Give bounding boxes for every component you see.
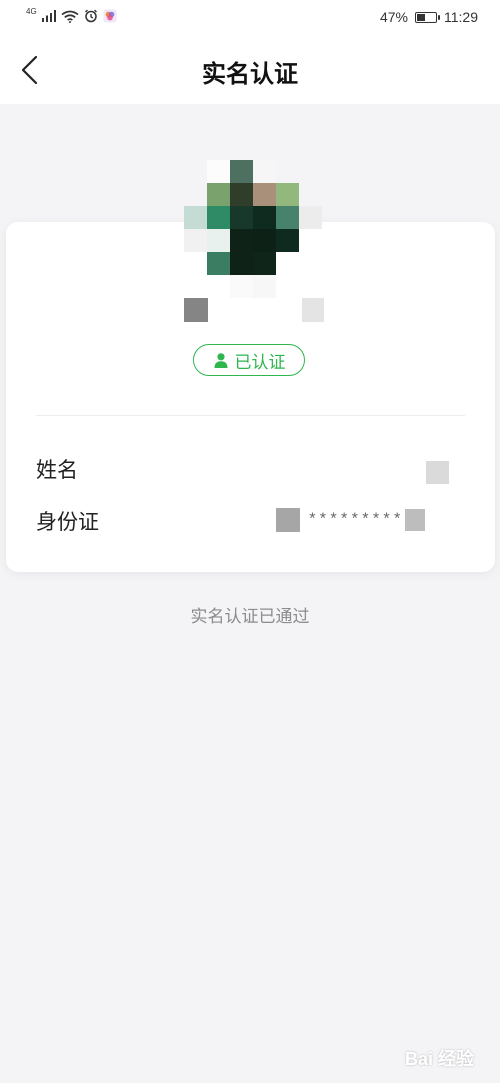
network-type: 4G — [26, 6, 37, 16]
avatar-pixel — [207, 206, 230, 229]
id-number-masked: ********* — [307, 511, 403, 529]
avatar-pixel — [184, 160, 207, 183]
verified-label: 已认证 — [234, 352, 286, 373]
battery-level — [417, 13, 425, 21]
avatar-pixel — [230, 252, 253, 275]
page-title: 实名认证 — [202, 60, 298, 88]
avatar-pixel — [253, 252, 276, 275]
redaction-block — [184, 298, 208, 322]
verified-badge: 已认证 — [193, 344, 305, 376]
id-label: 身份证 — [36, 510, 99, 534]
avatar-pixel — [299, 229, 322, 252]
avatar-pixel — [207, 252, 230, 275]
avatar-pixel — [230, 275, 253, 298]
avatar-pixel — [299, 160, 322, 183]
avatar-pixel — [207, 229, 230, 252]
avatar-pixel — [276, 229, 299, 252]
clock: 11:29 — [444, 9, 478, 25]
app-notification-icon — [103, 9, 117, 23]
avatar-pixel — [253, 229, 276, 252]
avatar-pixel — [299, 183, 322, 206]
avatar-pixel — [253, 275, 276, 298]
name-value-redacted — [426, 461, 449, 484]
avatar-pixel — [276, 160, 299, 183]
battery-percent: 47% — [379, 9, 408, 25]
name-label: 姓名 — [36, 458, 78, 482]
avatar-pixel — [230, 183, 253, 206]
avatar-pixel — [184, 183, 207, 206]
avatar-pixel — [230, 206, 253, 229]
avatar-pixel — [184, 206, 207, 229]
redaction-block — [275, 508, 300, 532]
avatar-pixel — [207, 275, 230, 298]
person-icon — [214, 353, 227, 368]
battery-icon — [415, 11, 440, 23]
nickname-redacted — [184, 298, 328, 322]
avatar-pixel — [276, 275, 299, 298]
avatar-pixel — [276, 252, 299, 275]
avatar-pixel — [207, 183, 230, 206]
avatar-pixel — [184, 252, 207, 275]
avatar-pixel — [207, 160, 230, 183]
divider — [36, 415, 465, 416]
avatar-pixel — [276, 206, 299, 229]
watermark-logo: Bai 经验 — [404, 1049, 474, 1069]
signal-icon — [41, 10, 56, 22]
avatar-pixel — [299, 252, 322, 275]
avatar-pixel — [253, 183, 276, 206]
avatar[interactable] — [184, 160, 324, 300]
id-row: 身份证 ********* — [36, 500, 465, 540]
redaction-block — [405, 509, 425, 531]
wifi-icon — [61, 10, 79, 23]
status-icons-right: 47% 11:29 — [380, 9, 478, 25]
avatar-pixel — [184, 229, 207, 252]
avatar-pixel — [253, 206, 276, 229]
verification-status-text: 实名认证已通过 — [190, 607, 310, 627]
redaction-block — [302, 298, 324, 322]
avatar-pixel — [253, 160, 276, 183]
avatar-pixel — [184, 275, 207, 298]
avatar-pixel — [230, 160, 253, 183]
alarm-icon — [84, 9, 97, 23]
nav-bar: 实名认证 — [0, 36, 500, 104]
name-row: 姓名 — [36, 448, 465, 488]
status-icons-left: 4G — [26, 6, 117, 23]
status-bar: 4G 47% 11:29 — [0, 0, 500, 36]
avatar-pixel — [230, 229, 253, 252]
avatar-pixel — [299, 275, 322, 298]
avatar-pixel — [276, 183, 299, 206]
avatar-pixel — [299, 206, 322, 229]
id-value: ********* — [275, 506, 425, 534]
